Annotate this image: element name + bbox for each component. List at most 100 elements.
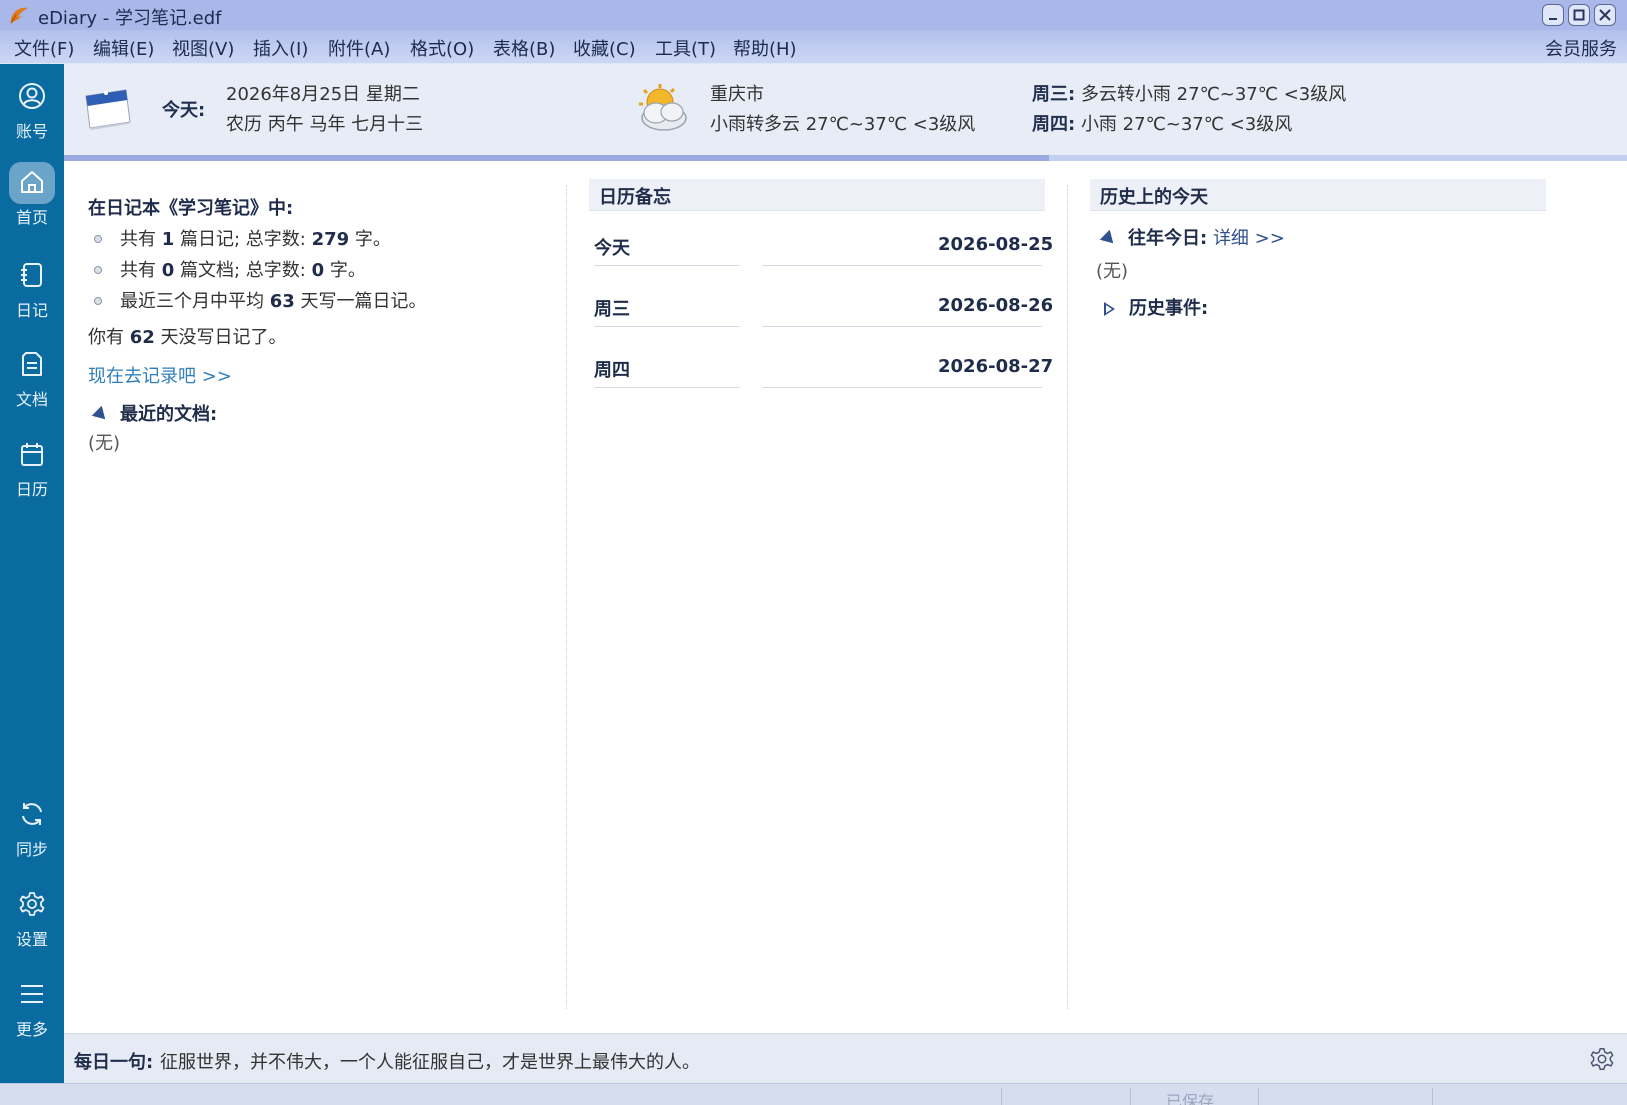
stat-text: 字。	[324, 260, 366, 281]
menu-view[interactable]: 视图(V)	[172, 35, 234, 61]
sidebar-item-label: 账号	[15, 122, 48, 141]
window-title: eDiary - 学习笔记.edf	[38, 8, 222, 29]
sidebar-item-label: 设置	[15, 930, 48, 949]
sidebar-item-settings[interactable]: 设置	[0, 882, 64, 962]
more-icon	[21, 985, 43, 1003]
ediary-logo-icon	[10, 7, 28, 24]
memo-date[interactable]: 2026-08-26	[938, 295, 1053, 316]
expanded-triangle-icon	[1099, 229, 1119, 249]
daily-quote-bar: 每日一句: 征服世界，并不伟大，一个人能征服自己，才是世界上最伟大的人。	[64, 1033, 1627, 1083]
column-divider	[566, 185, 567, 1009]
sidebar-item-sync[interactable]: 同步	[0, 792, 64, 872]
maximize-button[interactable]	[1568, 4, 1590, 26]
save-status: 已保存	[1166, 1092, 1215, 1105]
cloudy-rain-weather-icon	[639, 84, 687, 131]
notebook-stat: 最近三个月中平均 63 天写一篇日记。	[88, 287, 427, 313]
calendar-icon	[21, 443, 43, 466]
status-separator	[1258, 1088, 1259, 1105]
calendar-page-icon	[85, 89, 131, 130]
status-bar: 已保存	[0, 1083, 1627, 1105]
menu-insert[interactable]: 插入(I)	[253, 35, 308, 61]
sidebar-item-label: 文档	[15, 390, 48, 409]
days-missed-text: 你有 62 天没写日记了。	[88, 323, 287, 349]
missed-text: 你有	[88, 327, 130, 348]
menu-table[interactable]: 表格(B)	[493, 35, 555, 61]
title-bar: eDiary - 学习笔记.edf	[0, 0, 1627, 30]
memo-day[interactable]: 今天	[594, 234, 630, 260]
past-years-detail-link[interactable]: 详细 >>	[1213, 228, 1285, 249]
lunar-date: 农历 丙午 马年 七月十三	[226, 114, 424, 135]
sidebar-item-label: 同步	[15, 840, 48, 859]
sidebar-item-calendar[interactable]: 日历	[0, 432, 64, 512]
memo-date[interactable]: 2026-08-25	[938, 234, 1053, 255]
missed-days: 62	[129, 327, 155, 348]
past-years-empty: (无)	[1096, 261, 1129, 282]
bullet-icon	[94, 266, 102, 274]
sync-icon	[22, 803, 42, 825]
today-label: 今天:	[162, 100, 206, 121]
sidebar-item-account[interactable]: 账号	[0, 74, 64, 154]
document-word-count: 0	[311, 260, 325, 281]
diary-count: 1	[161, 229, 175, 250]
status-separator	[1001, 1088, 1002, 1105]
memo-divider	[594, 265, 740, 266]
forecast-desc: 多云转小雨 27℃~37℃ <3级风	[1080, 84, 1347, 105]
menu-format[interactable]: 格式(O)	[410, 35, 474, 61]
gear-icon[interactable]	[1589, 1046, 1615, 1072]
stat-text: 字。	[349, 229, 391, 250]
recent-documents-empty: (无)	[88, 433, 121, 454]
weather-today: 小雨转多云 27℃~37℃ <3级风	[710, 114, 976, 135]
recent-documents-toggle[interactable]: 最近的文档:	[91, 400, 218, 426]
weather-city: 重庆市	[710, 84, 764, 105]
menu-edit[interactable]: 编辑(E)	[93, 35, 154, 61]
sidebar-item-more[interactable]: 更多	[0, 972, 64, 1052]
document-icon	[22, 352, 42, 376]
history-events-label: 历史事件:	[1129, 298, 1209, 319]
memo-divider	[594, 387, 740, 388]
sidebar-item-document[interactable]: 文档	[0, 342, 64, 422]
menu-help[interactable]: 帮助(H)	[733, 35, 797, 61]
menu-favorites[interactable]: 收藏(C)	[573, 35, 636, 61]
minimize-button[interactable]	[1542, 4, 1564, 26]
daily-quote-text: 征服世界，并不伟大，一个人能征服自己，才是世界上最伟大的人。	[160, 1052, 700, 1073]
forecast-row: 周四: 小雨 27℃~37℃ <3级风	[1032, 110, 1292, 136]
sidebar-item-label: 更多	[15, 1020, 48, 1039]
stat-text: 最近三个月中平均	[120, 291, 270, 312]
forecast-day: 周三:	[1032, 84, 1076, 105]
notebook-title: 在日记本《学习笔记》中:	[88, 198, 294, 219]
document-count: 0	[161, 260, 175, 281]
maximize-icon	[1573, 9, 1585, 21]
memo-day[interactable]: 周三	[594, 295, 630, 321]
recent-documents-title: 最近的文档:	[120, 404, 218, 425]
home-icon	[21, 171, 43, 193]
sidebar-item-diary[interactable]: 日记	[0, 253, 64, 333]
account-icon	[19, 83, 45, 109]
home-content: 在日记本《学习笔记》中: 共有 1 篇日记; 总字数: 279 字。 共有 0 …	[64, 161, 1627, 1033]
expanded-triangle-icon	[91, 405, 111, 425]
notebook-stat: 共有 1 篇日记; 总字数: 279 字。	[88, 225, 391, 251]
column-divider	[1067, 185, 1068, 1009]
bullet-icon	[94, 297, 102, 305]
diary-word-count: 279	[311, 229, 350, 250]
status-separator	[1432, 1088, 1433, 1105]
member-service-link[interactable]: 会员服务	[1545, 35, 1617, 61]
go-record-link[interactable]: 现在去记录吧 >>	[88, 362, 232, 388]
menu-tools[interactable]: 工具(T)	[655, 35, 716, 61]
past-years-row[interactable]: 往年今日: 详细 >>	[1099, 224, 1285, 250]
today-header: 今天: 2026年8月25日 星期二 农历 丙午 马年 七月十三 重庆市 小雨转…	[64, 64, 1627, 156]
memo-divider	[762, 265, 1042, 266]
sidebar-item-label: 日记	[15, 301, 48, 320]
close-button[interactable]	[1594, 4, 1616, 26]
menu-attachment[interactable]: 附件(A)	[328, 35, 390, 61]
memo-date[interactable]: 2026-08-27	[938, 356, 1053, 377]
missed-text: 天没写日记了。	[154, 327, 287, 348]
menu-file[interactable]: 文件(F)	[14, 35, 74, 61]
memo-divider	[762, 326, 1042, 327]
memo-header: 日历备忘	[589, 179, 1045, 211]
history-header: 历史上的今天	[1090, 179, 1546, 211]
stat-text: 共有	[120, 260, 162, 281]
history-events-toggle[interactable]: 历史事件:	[1104, 294, 1208, 320]
memo-divider	[594, 326, 740, 327]
sidebar-item-home[interactable]: 首页	[0, 160, 64, 240]
memo-day[interactable]: 周四	[594, 356, 630, 382]
